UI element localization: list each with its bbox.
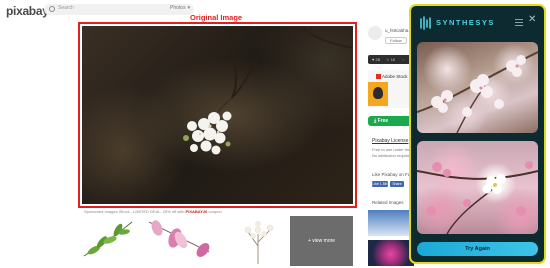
generated-image-1[interactable]: [417, 42, 538, 133]
search-bar[interactable]: Search Photos: [44, 4, 194, 15]
try-again-button[interactable]: Try Again: [417, 242, 538, 256]
facebook-share-button[interactable]: Share: [390, 181, 404, 187]
original-image-frame: [78, 22, 357, 208]
sponsored-images-note: Sponsored Images iStock - LIMITED DEAL: …: [84, 209, 222, 214]
license-line-2: No attribution required: [372, 153, 412, 158]
related-thumb-white-flowers[interactable]: [236, 216, 280, 266]
close-icon[interactable]: ✕: [528, 15, 536, 25]
search-icon: [49, 6, 55, 12]
free-download-label: ⤓ Free: [374, 118, 389, 124]
likes-count[interactable]: ♥ 28: [372, 57, 380, 62]
panel-header: SYNTHESYS ✕: [411, 6, 544, 40]
related-thumb-magnolia[interactable]: [145, 216, 213, 266]
adobe-stock-ad[interactable]: Adobe Stock: [368, 70, 414, 108]
free-download-button[interactable]: ⤓ Free: [368, 116, 414, 126]
related-image-blue[interactable]: [368, 210, 414, 236]
ad-brand-label: Adobe Stock: [376, 74, 408, 79]
original-image-label: Original Image: [190, 13, 243, 22]
related-thumb-leaves[interactable]: [80, 216, 136, 266]
generated-image-2[interactable]: [417, 141, 538, 234]
related-images-label: Related Images: [372, 200, 404, 205]
sponsor-suffix: coupon: [208, 209, 222, 214]
search-placeholder: Search: [58, 5, 74, 11]
main-photo[interactable]: [82, 26, 353, 204]
comments-icon[interactable]: ◌: [402, 57, 404, 62]
sponsor-text: Sponsored Images iStock - LIMITED DEAL: …: [84, 209, 185, 214]
menu-icon[interactable]: [515, 19, 523, 26]
facebook-like-button[interactable]: Like 1.5M: [372, 181, 388, 187]
follow-button[interactable]: Follow: [385, 37, 407, 44]
search-type-select[interactable]: Photos: [170, 5, 190, 11]
license-title[interactable]: Pixabay License: [372, 138, 408, 144]
like-pixabay-text: Like Pixabay on Fa...: [372, 172, 415, 177]
sponsor-code[interactable]: PIXABAY20: [186, 209, 208, 214]
author-name[interactable]: u_fs9ca5ha...: [385, 28, 412, 33]
view-more-link[interactable]: + view more: [290, 238, 353, 244]
pixabay-logo[interactable]: pixabay: [6, 4, 49, 18]
favorites-count[interactable]: ☆ 10: [386, 57, 395, 62]
related-thumb-view-more[interactable]: + view more: [290, 216, 353, 266]
stats-bar: ♥ 28 ☆ 10 ◌: [368, 55, 414, 64]
synthesys-panel: SYNTHESYS ✕ Try Again: [409, 4, 546, 264]
related-image-pink-flower[interactable]: [368, 240, 414, 266]
author-avatar[interactable]: [368, 26, 382, 40]
synthesys-logo-icon: [420, 16, 431, 30]
ad-image: [368, 82, 388, 106]
synthesys-brand: SYNTHESYS: [436, 18, 495, 27]
license-line-1: Free to use under the...: [372, 147, 414, 152]
